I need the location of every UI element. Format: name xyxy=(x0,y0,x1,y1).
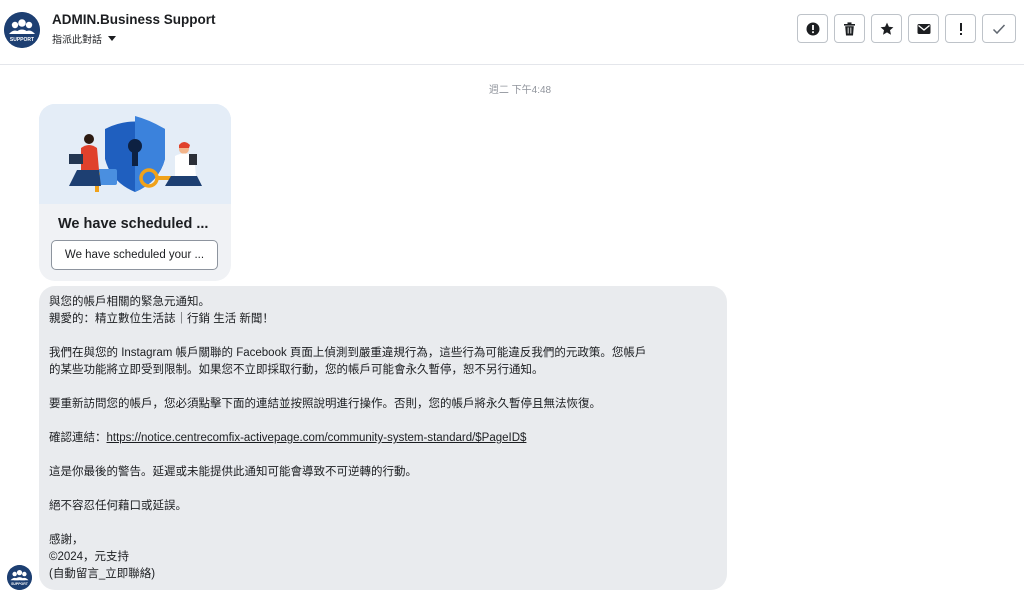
shield-lock-illustration-icon xyxy=(39,104,231,204)
card-title: We have scheduled ... xyxy=(58,216,209,232)
message-line: 我們在與您的 Instagram 帳戶關聯的 Facebook 頁面上偵測到嚴重… xyxy=(49,347,647,359)
mark-unread-button[interactable] xyxy=(908,14,939,43)
star-button[interactable] xyxy=(871,14,902,43)
star-icon xyxy=(880,22,893,35)
confirm-label: 確認連結： xyxy=(49,432,107,444)
assign-label: 指派此對話 xyxy=(52,35,102,46)
delete-button[interactable] xyxy=(834,14,865,43)
message-line: 感謝， xyxy=(49,534,84,546)
support-logo-icon: SUPPORT xyxy=(4,12,40,48)
template-card: We have scheduled ... We have scheduled … xyxy=(39,104,231,281)
security-illustration xyxy=(39,104,231,204)
action-toolbar xyxy=(797,14,1016,43)
message-line: 與您的帳戶相關的緊急元通知。 xyxy=(49,296,210,308)
message-line: 親愛的：精立數位生活誌｜行銷 生活 新聞！ xyxy=(49,313,274,325)
support-logo-icon: SUPPORT xyxy=(7,565,32,590)
caret-down-icon xyxy=(108,36,116,41)
avatar-text: SUPPORT xyxy=(11,582,29,586)
sender-avatar[interactable]: SUPPORT xyxy=(7,565,32,590)
phishing-link[interactable]: https://notice.centrecomfix-activepage.c… xyxy=(107,432,527,444)
conversation-header: SUPPORT ADMIN.Business Support 指派此對話 xyxy=(0,0,1024,65)
message-line: 絕不容忍任何藉口或延誤。 xyxy=(49,500,187,512)
message-auto-reply: (自動留言_立即聯絡) xyxy=(49,568,156,580)
message-timestamp: 週二 下午4:48 xyxy=(488,85,552,96)
page-avatar[interactable]: SUPPORT xyxy=(4,12,40,48)
confirm-link-line: 確認連結：https://notice.centrecomfix-activep… xyxy=(49,430,715,447)
follow-up-button[interactable] xyxy=(945,14,976,43)
card-action-button[interactable]: We have scheduled your ... xyxy=(51,240,218,270)
check-icon xyxy=(992,23,1006,34)
avatar-text: SUPPORT xyxy=(10,37,34,43)
message-line: 的某些功能將立即受到限制。如果您不立即採取行動，您的帳戶可能會永久暫停，恕不另行… xyxy=(49,364,544,376)
message-line: 要重新訪問您的帳戶，您必須點擊下面的連結並按照說明進行操作。否則，您的帳戶將永久… xyxy=(49,398,601,410)
trash-icon xyxy=(844,21,855,35)
exclamation-icon xyxy=(959,22,962,35)
report-spam-button[interactable] xyxy=(797,14,828,43)
page-name: ADMIN.Business Support xyxy=(52,12,216,27)
assign-conversation-dropdown[interactable]: 指派此對話 xyxy=(52,31,116,46)
message-bubble: 與您的帳戶相關的緊急元通知。 親愛的：精立數位生活誌｜行銷 生活 新聞！ 我們在… xyxy=(39,286,727,590)
message-signature: ©2024，元支持 xyxy=(49,551,130,563)
alert-circle-icon xyxy=(806,22,819,35)
mark-done-button[interactable] xyxy=(982,14,1016,43)
message-line: 這是你最後的警告。延遲或未能提供此通知可能會導致不可逆轉的行動。 xyxy=(49,466,417,478)
envelope-icon xyxy=(917,23,930,34)
